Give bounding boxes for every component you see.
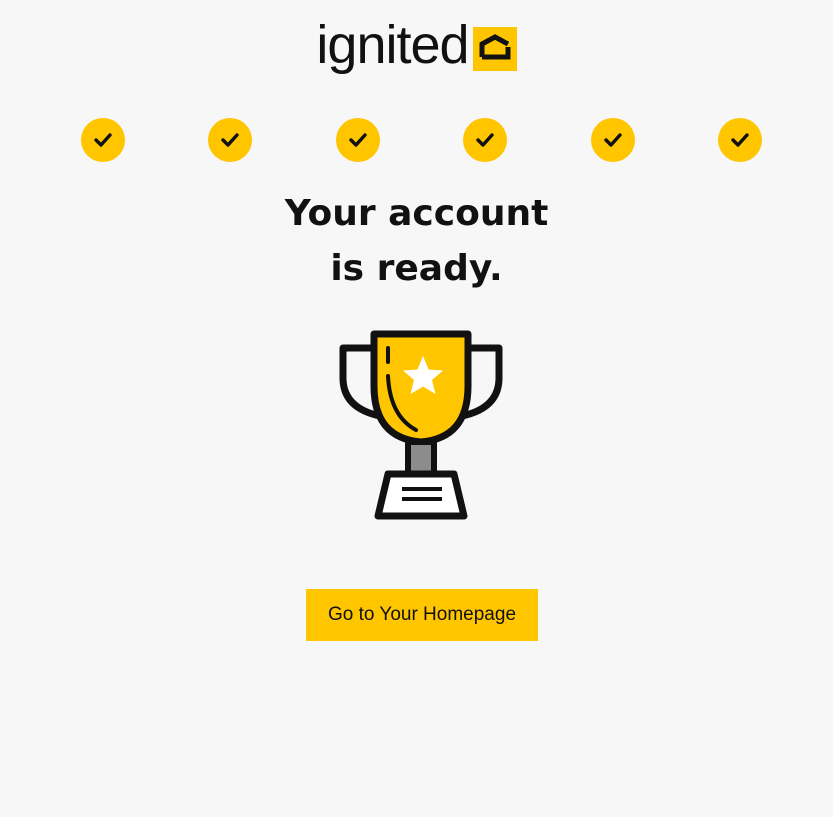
step-2-complete (208, 118, 252, 162)
page-title: Your account is ready. (0, 186, 833, 296)
logo: ignited (0, 18, 833, 72)
check-icon (349, 133, 367, 147)
step-6-complete (718, 118, 762, 162)
ignited-mark-icon (472, 27, 517, 71)
check-icon (476, 133, 494, 147)
go-to-homepage-button[interactable]: Go to Your Homepage (306, 589, 538, 641)
page-title-line-1: Your account (284, 193, 549, 234)
check-icon (221, 133, 239, 147)
step-5-complete (591, 118, 635, 162)
step-4-complete (463, 118, 507, 162)
logo-text: ignited (316, 15, 469, 75)
step-1-complete (81, 118, 125, 162)
trophy-icon (339, 330, 503, 520)
page-title-line-2: is ready. (330, 248, 503, 289)
check-icon (94, 133, 112, 147)
step-3-complete (336, 118, 380, 162)
progress-steps (81, 118, 763, 162)
check-icon (604, 133, 622, 147)
check-icon (731, 133, 749, 147)
